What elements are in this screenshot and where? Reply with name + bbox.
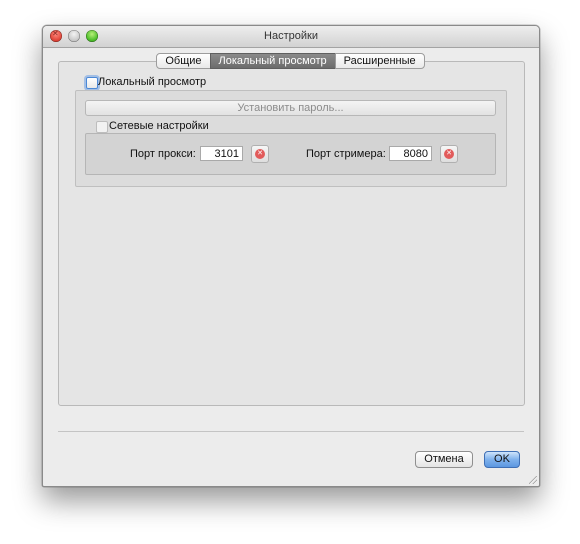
local-view-label: Локальный просмотр <box>98 76 207 88</box>
local-view-checkbox[interactable] <box>86 77 98 89</box>
streamer-port-label: Порт стримера: <box>306 148 386 160</box>
set-password-button[interactable]: Установить пароль... <box>85 100 496 116</box>
preferences-window: Настройки ОбщиеЛокальный просмотрРасшире… <box>42 25 540 487</box>
tab-local-view[interactable]: Локальный просмотр <box>209 53 336 69</box>
proxy-port-field[interactable]: 3101 <box>200 146 243 161</box>
network-settings-checkbox[interactable] <box>96 121 108 133</box>
footer-divider <box>58 431 524 432</box>
proxy-port-label: Порт прокси: <box>130 148 196 160</box>
streamer-port-field[interactable]: 8080 <box>389 146 432 161</box>
streamer-port-clear-button[interactable]: ✕ <box>440 145 458 163</box>
clear-icon: ✕ <box>255 149 265 159</box>
resize-grip[interactable] <box>529 476 537 484</box>
tab-general[interactable]: Общие <box>156 53 211 69</box>
clear-icon: ✕ <box>444 149 454 159</box>
window-title: Настройки <box>264 30 318 42</box>
network-settings-label: Сетевые настройки <box>109 120 209 132</box>
tab-bar: Общие Локальный просмотр Расширенные <box>43 53 539 69</box>
title-bar: Настройки <box>43 26 539 48</box>
cancel-button[interactable]: Отмена <box>415 451 473 468</box>
tab-advanced[interactable]: Расширенные <box>334 53 425 69</box>
proxy-port-clear-button[interactable]: ✕ <box>251 145 269 163</box>
ok-button[interactable]: OK <box>484 451 520 468</box>
